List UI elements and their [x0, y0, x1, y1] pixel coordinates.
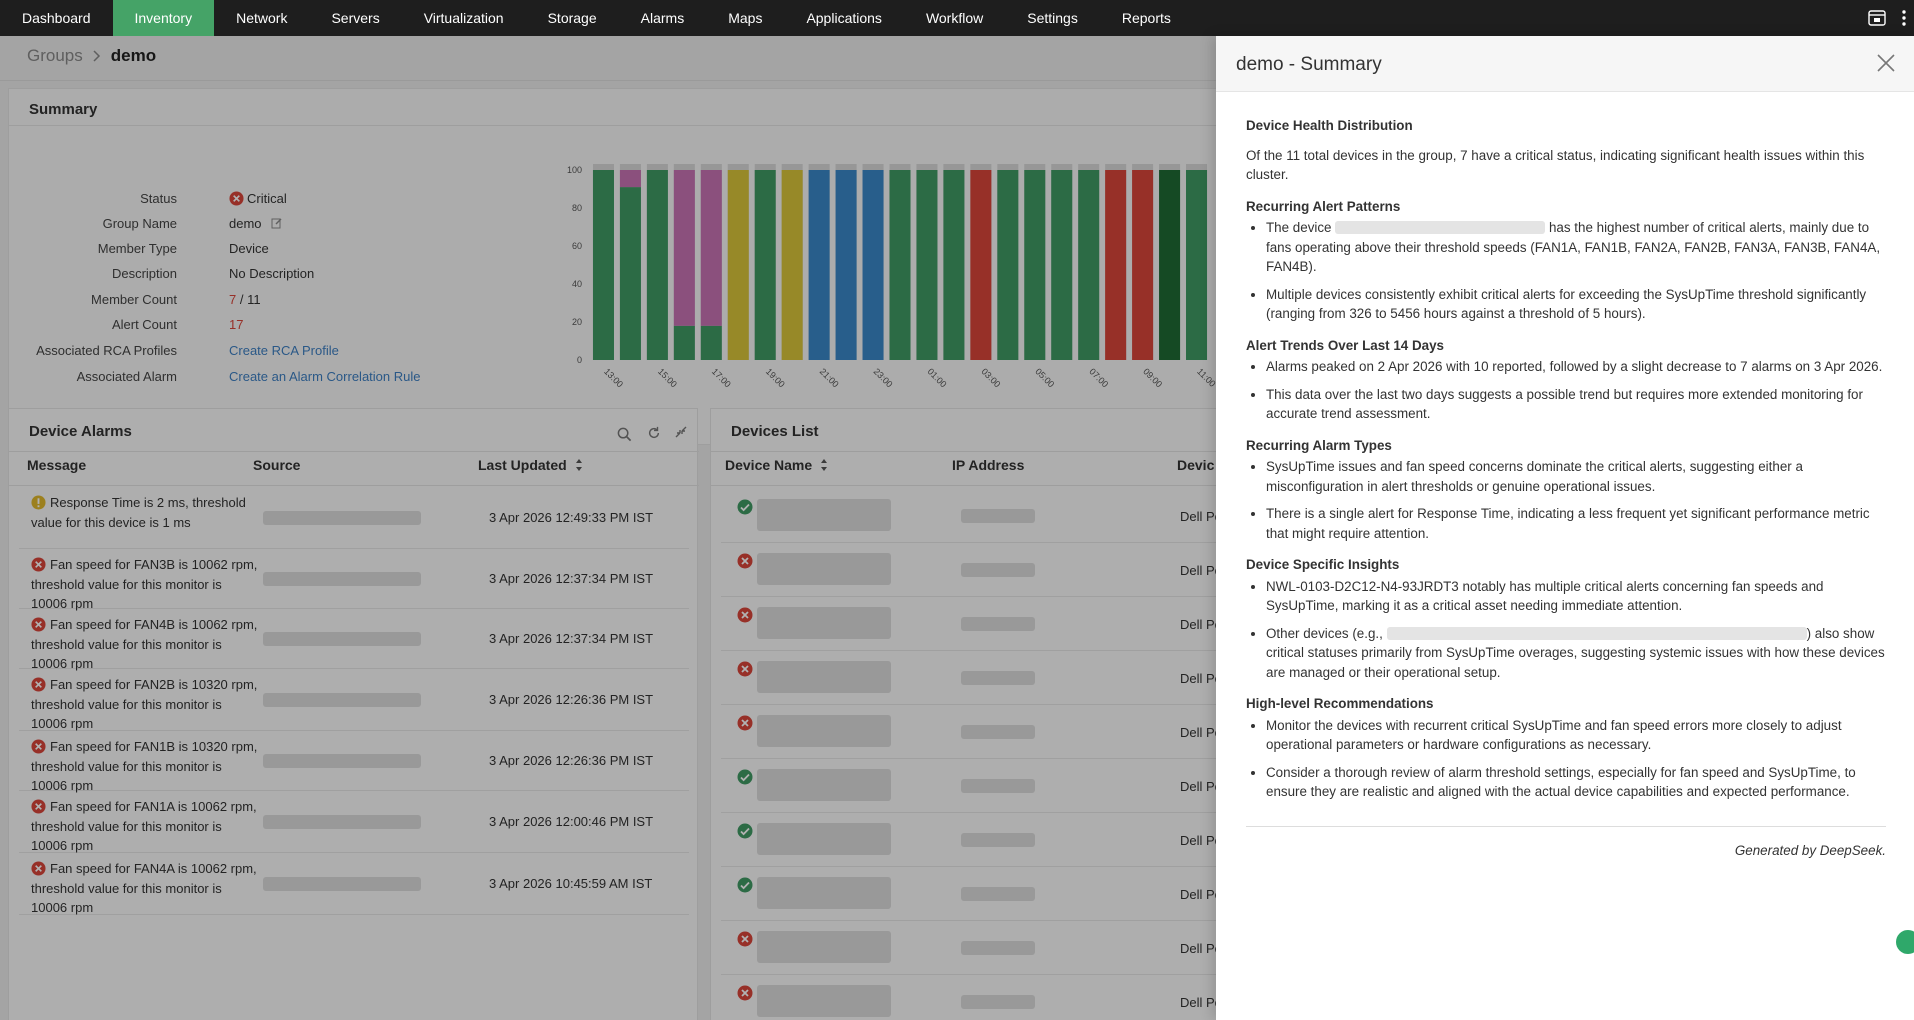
section-heading: Device Health Distribution — [1246, 118, 1413, 133]
nav-item-reports[interactable]: Reports — [1100, 0, 1193, 36]
list-item: SysUpTime issues and fan speed concerns … — [1266, 457, 1886, 496]
more-vertical-icon[interactable] — [1902, 10, 1906, 26]
list-item: Other devices (e.g., ) also show critica… — [1266, 624, 1886, 683]
nav-item-workflow[interactable]: Workflow — [904, 0, 1005, 36]
redacted-device — [1335, 221, 1546, 234]
nav-item-maps[interactable]: Maps — [706, 0, 784, 36]
nav-item-inventory[interactable]: Inventory — [112, 0, 215, 36]
nav-item-network[interactable]: Network — [214, 0, 309, 36]
paragraph: Of the 11 total devices in the group, 7 … — [1246, 147, 1865, 183]
close-icon[interactable] — [1876, 53, 1896, 73]
list-item: Monitor the devices with recurrent criti… — [1266, 716, 1886, 755]
list-item: This data over the last two days suggest… — [1266, 385, 1886, 424]
bullet-list: Alarms peaked on 2 Apr 2026 with 10 repo… — [1266, 357, 1886, 424]
section-heading: Device Specific Insights — [1246, 557, 1400, 572]
list-item: There is a single alert for Response Tim… — [1266, 504, 1886, 543]
section-heading: Alert Trends Over Last 14 Days — [1246, 337, 1444, 353]
side-panel-header: demo - Summary — [1216, 36, 1914, 92]
section-heading: High-level Recommendations — [1246, 696, 1434, 711]
list-item: Multiple devices consistently exhibit cr… — [1266, 285, 1886, 324]
side-panel-title: demo - Summary — [1236, 54, 1382, 75]
modal-overlay[interactable] — [0, 36, 1216, 1020]
list-item: Alarms peaked on 2 Apr 2026 with 10 repo… — [1266, 357, 1886, 377]
divider — [1246, 825, 1886, 827]
bullet-list: NWL-0103-D2C12-N4-93JRDT3 notably has mu… — [1266, 577, 1886, 683]
chat-icon[interactable] — [1896, 930, 1914, 954]
nav-item-settings[interactable]: Settings — [1005, 0, 1100, 36]
summary-side-panel: demo - Summary Device Health Distributio… — [1216, 36, 1914, 1020]
ai-summary-content: Device Health Distribution Of the 11 tot… — [1246, 116, 1886, 860]
bullet-list: SysUpTime issues and fan speed concerns … — [1266, 457, 1886, 543]
nav-item-applications[interactable]: Applications — [784, 0, 904, 36]
generated-by-label: Generated by DeepSeek. — [1734, 842, 1886, 858]
section-heading: Recurring Alarm Types — [1246, 437, 1392, 453]
list-item: The device has the highest number of cri… — [1266, 218, 1886, 277]
nav-item-dashboard[interactable]: Dashboard — [0, 0, 113, 36]
redacted-devices — [1386, 626, 1807, 640]
nav-item-storage[interactable]: Storage — [526, 0, 619, 36]
nav-item-virtualization[interactable]: Virtualization — [402, 0, 526, 36]
top-navigation: Dashboard Inventory Network Servers Virtuali… — [0, 0, 1914, 36]
window-icon[interactable] — [1868, 10, 1886, 26]
bullet-list: The device has the highest number of cri… — [1266, 218, 1886, 324]
list-item: NWL-0103-D2C12-N4-93JRDT3 notably has mu… — [1266, 577, 1886, 616]
nav-item-alarms[interactable]: Alarms — [619, 0, 707, 36]
list-item: Consider a thorough review of alarm thre… — [1266, 763, 1886, 802]
nav-right-tools — [1868, 0, 1906, 36]
bullet-list: Monitor the devices with recurrent criti… — [1266, 716, 1886, 802]
section-heading: Recurring Alert Patterns — [1246, 198, 1401, 214]
nav-item-servers[interactable]: Servers — [309, 0, 401, 36]
